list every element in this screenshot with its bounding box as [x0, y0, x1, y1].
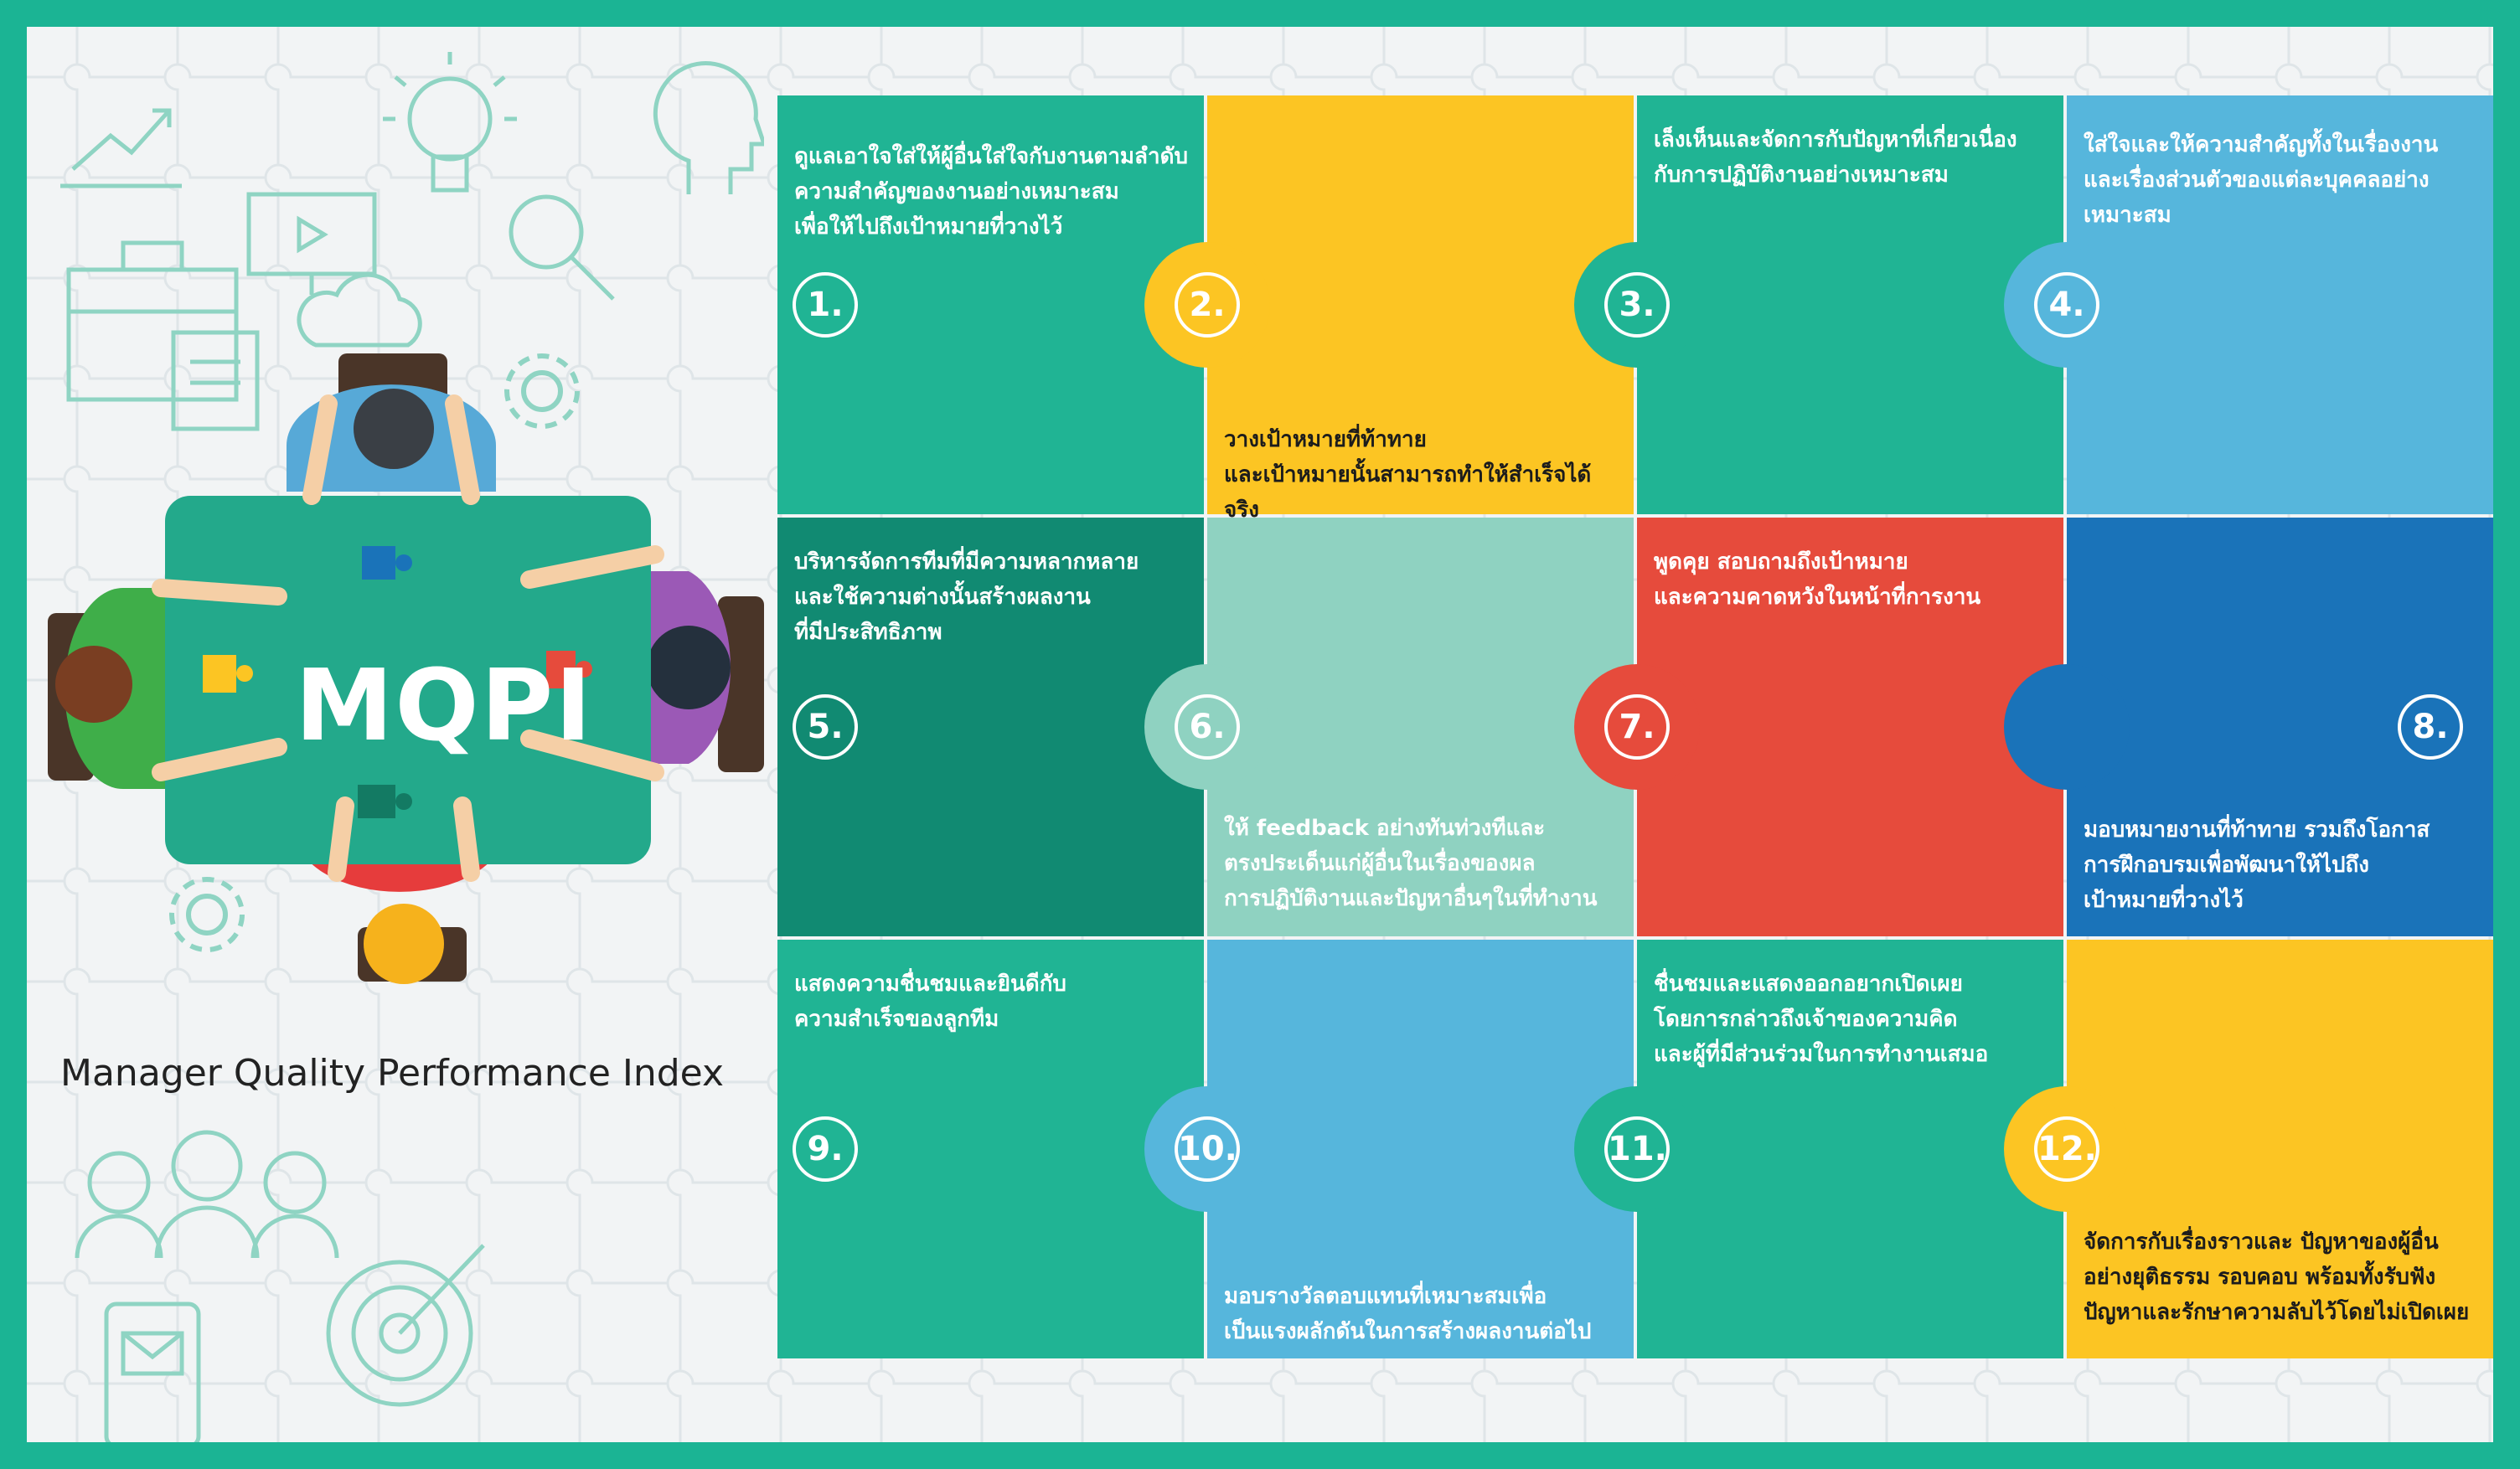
cell-description: ดูแลเอาใจใส่ให้ผู้อื่นใส่ใจกับงานตามลำดั…	[794, 139, 1192, 245]
step-number-badge: 2.	[1175, 272, 1240, 338]
cell-text-line: จัดการกับเรื่องราวและ ปัญหาของผู้อื่น	[2084, 1229, 2439, 1255]
cell-description: จัดการกับเรื่องราวและ ปัญหาของผู้อื่นอย่…	[2084, 1224, 2481, 1330]
puzzle-cell-7: พูดคุย สอบถามถึงเป้าหมายและความคาดหวังใน…	[1637, 518, 2063, 936]
cell-text-line: ชื่นชมและแสดงออกอยากเปิดเผย	[1654, 972, 1963, 997]
cell-description: วางเป้าหมายที่ท้าทาย และเป้าหมายนั้นสามาร…	[1224, 422, 1622, 528]
cell-text-line: บริหารจัดการทีมที่มีความหลากหลาย	[794, 549, 1139, 575]
cell-text-line: เพื่อให้ไปถึงเป้าหมายที่วางไว้	[794, 214, 1063, 240]
target-icon	[326, 1244, 485, 1407]
puzzle-knob	[2004, 664, 2130, 790]
cell-text-line: เหมาะสม	[2084, 203, 2171, 228]
cell-text-line: ปัญหาและรักษาความลับไว้โดยไม่เปิดเผย	[2084, 1300, 2470, 1325]
cell-text-line: ที่มีประสิทธิภาพ	[794, 620, 942, 645]
cloud-icon	[297, 272, 422, 348]
cell-text-line: โดยการกล่าวถึงเจ้าของความคิด	[1654, 1007, 1958, 1032]
cell-text-line: กับการปฏิบัติงานอย่างเหมาะสม	[1654, 162, 1949, 188]
cell-text-line: ใส่ใจและให้ความสำคัญทั้งในเรื่องงาน	[2084, 132, 2439, 157]
gear-icon	[169, 877, 245, 952]
mobile-mail-icon	[104, 1301, 201, 1442]
puzzle-cell-3: เล็งเห็นและจัดการกับปัญหาที่เกี่ยวเนื่อง…	[1637, 95, 2063, 514]
cell-text-line: การฝึกอบรมเพื่อพัฒนาให้ไปถึง	[2084, 853, 2369, 878]
step-number-badge: 4.	[2034, 272, 2099, 338]
step-number-badge: 1.	[793, 272, 858, 338]
gear-icon	[504, 353, 580, 429]
cell-description: บริหารจัดการทีมที่มีความหลากหลายและใช้คว…	[794, 544, 1192, 650]
cell-text-line: ตรงประเด็นแก่ผู้อื่นในเรื่องของผล	[1224, 851, 1536, 876]
cell-text-line: และผู้ที่มีส่วนร่วมในการทำงานเสมอ	[1654, 1042, 1989, 1067]
cell-text-line: พูดคุย สอบถามถึงเป้าหมาย	[1654, 549, 1908, 575]
cell-text-line: การปฏิบัติงานและปัญหาอื่นๆในที่ทำงาน	[1224, 886, 1598, 911]
puzzle-cell-2: วางเป้าหมายที่ท้าทาย และเป้าหมายนั้นสามาร…	[1207, 95, 1634, 523]
cell-text-line: ความสำเร็จของลูกทีม	[794, 1007, 999, 1032]
step-number-badge: 5.	[793, 694, 858, 760]
infographic-canvas: MQPI Manager Quality Performance Index ด…	[27, 27, 2493, 1442]
puzzle-cell-6: ให้ feedback อย่างทันท่วงทีและตรงประเด็น…	[1207, 518, 1634, 936]
cell-text-line: อย่างยุติธรรม รอบคอบ พร้อมทั้งรับฟัง	[2084, 1265, 2436, 1290]
cell-description: ใส่ใจและให้ความสำคัญทั้งในเรื่องงานและเร…	[2084, 127, 2481, 233]
cell-text-line: ดูแลเอาใจใส่ให้ผู้อื่นใส่ใจกับงานตามลำดั…	[794, 144, 1188, 169]
cell-description: พูดคุย สอบถามถึงเป้าหมายและความคาดหวังใน…	[1654, 544, 2052, 615]
growth-chart-icon	[60, 108, 182, 188]
cell-description: ให้ feedback อย่างทันท่วงทีและตรงประเด็น…	[1224, 811, 1622, 916]
step-number-badge: 7.	[1604, 694, 1670, 760]
cell-text-line: เล็งเห็นและจัดการกับปัญหาที่เกี่ยวเนื่อง	[1654, 127, 2017, 152]
puzzle-cell-12: จัดการกับเรื่องราวและ ปัญหาของผู้อื่นอย่…	[2067, 940, 2493, 1358]
cell-text-line: เป้าหมายที่วางไว้	[2084, 888, 2244, 913]
cell-description: มอบหมายงานที่ท้าทาย รวมถึงโอกาสการฝึกอบร…	[2084, 812, 2481, 918]
step-number-badge: 11.	[1604, 1116, 1670, 1182]
cell-description: เล็งเห็นและจัดการกับปัญหาที่เกี่ยวเนื่อง…	[1654, 122, 2052, 193]
cell-text-line: ความสำคัญของงานอย่างเหมาะสม	[794, 179, 1119, 204]
cell-text-line: มอบรางวัลตอบแทนที่เหมาะสมเพื่อ	[1224, 1284, 1547, 1309]
cell-text-line: และเรื่องส่วนตัวของแต่ละบุคคลอย่าง	[2084, 168, 2430, 193]
puzzle-cell-4: ใส่ใจและให้ความสำคัญทั้งในเรื่องงานและเร…	[2067, 95, 2493, 514]
cell-text-line: ให้ feedback อย่างทันท่วงทีและ	[1224, 816, 1546, 841]
page-subtitle: Manager Quality Performance Index	[60, 1052, 724, 1095]
left-illustration-panel: MQPI Manager Quality Performance Index	[27, 27, 764, 1442]
step-number-badge: 10.	[1175, 1116, 1240, 1182]
head-profile-icon	[653, 61, 764, 194]
outer-frame: MQPI Manager Quality Performance Index ด…	[0, 0, 2520, 1469]
cell-description: มอบรางวัลตอบแทนที่เหมาะสมเพื่อเป็นแรงผลั…	[1224, 1279, 1622, 1349]
puzzle-cell-10: มอบรางวัลตอบแทนที่เหมาะสมเพื่อเป็นแรงผลั…	[1207, 940, 1634, 1358]
magnifier-icon	[509, 194, 615, 301]
step-number-badge: 12.	[2034, 1116, 2099, 1182]
book-icon	[171, 330, 260, 431]
lightbulb-icon	[383, 52, 517, 193]
cell-text-line: เป็นแรงผลักดันในการสร้างผลงานต่อไป	[1224, 1319, 1592, 1344]
puzzle-cell-11: ชื่นชมและแสดงออกอยากเปิดเผยโดยการกล่าวถึ…	[1637, 940, 2063, 1358]
cell-text-line: และใช้ความต่างนั้นสร้างผลงาน	[794, 585, 1091, 610]
video-monitor-icon	[246, 192, 377, 295]
step-number-badge: 6.	[1175, 694, 1240, 760]
cell-text-line: วางเป้าหมายที่ท้าทาย	[1224, 427, 1427, 452]
cell-description: ชื่นชมและแสดงออกอยากเปิดเผยโดยการกล่าวถึ…	[1654, 966, 2052, 1072]
cell-description: แสดงความชื่นชมและยินดีกับความสำเร็จของลู…	[794, 966, 1192, 1037]
cell-text-line: มอบหมายงานที่ท้าทาย รวมถึงโอกาส	[2084, 817, 2430, 843]
people-group-icon	[75, 1130, 339, 1259]
step-number-badge: 8.	[2398, 694, 2463, 760]
step-number-badge: 3.	[1604, 272, 1670, 338]
mqpi-logo-text: MQPI	[295, 647, 594, 763]
cell-text-line: และความคาดหวังในหน้าที่การงาน	[1654, 585, 1981, 610]
step-number-badge: 9.	[793, 1116, 858, 1182]
briefcase-icon	[66, 240, 239, 402]
cell-text-line: แสดงความชื่นชมและยินดีกับ	[794, 972, 1066, 997]
